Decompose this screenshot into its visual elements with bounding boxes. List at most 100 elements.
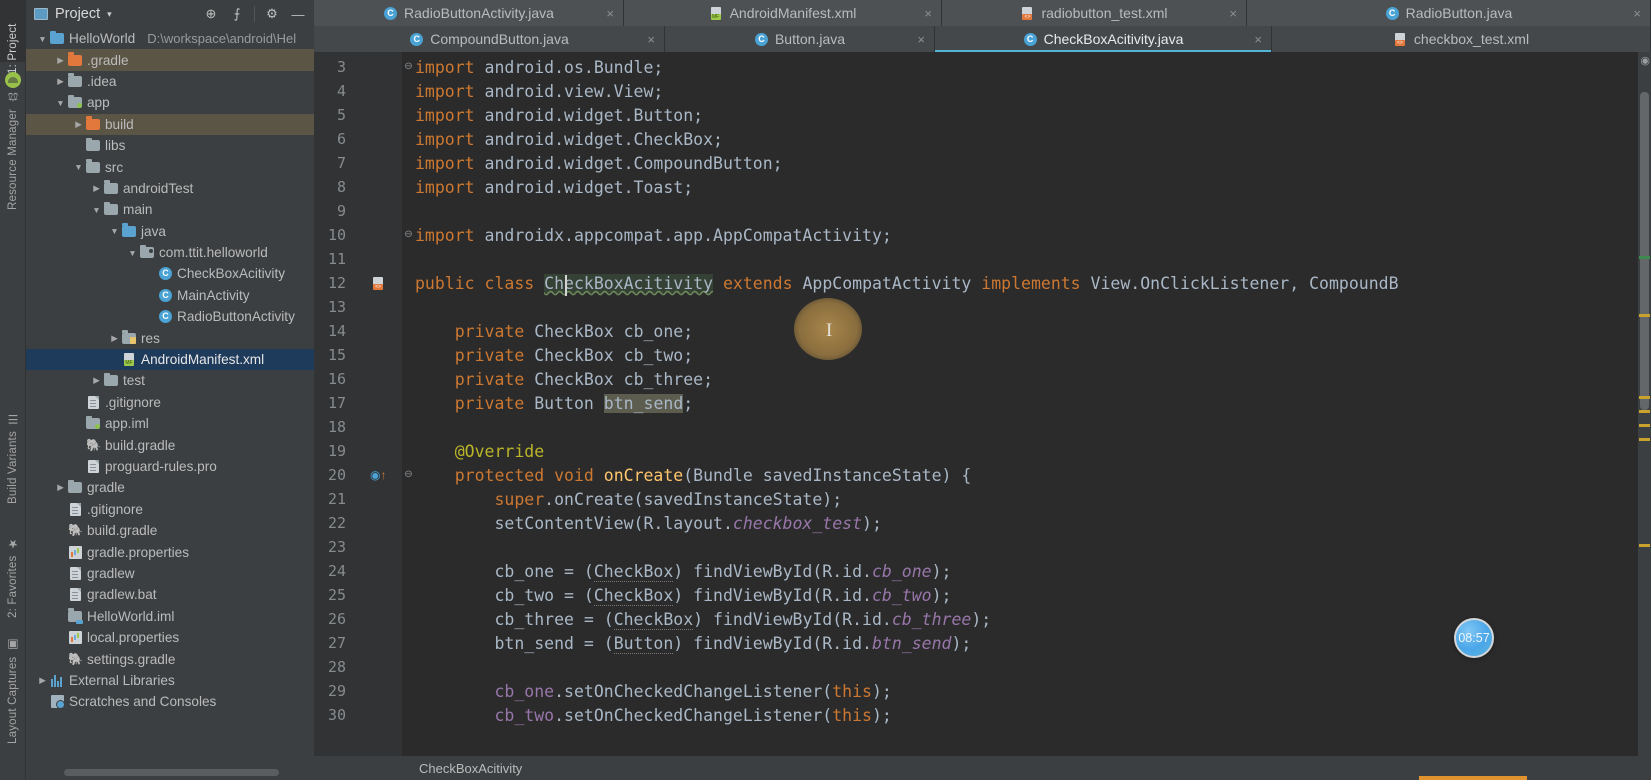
tree-item-libs[interactable]: ▶ libs — [26, 135, 314, 156]
tree-item-build-gradle[interactable]: ▶🐘 build.gradle — [26, 434, 314, 455]
close-icon[interactable]: × — [924, 6, 932, 21]
editor-tab-androidmanifest-xml[interactable]: MF AndroidManifest.xml × — [624, 0, 942, 26]
tree-item--gitignore[interactable]: ▶ .gitignore — [26, 392, 314, 413]
expand-arrow-icon[interactable]: ▶ — [54, 504, 67, 515]
inspection-marker[interactable] — [1639, 256, 1650, 259]
expand-arrow-icon[interactable]: ▶ — [54, 547, 67, 558]
code-line[interactable]: private CheckBox cb_two; — [415, 346, 693, 365]
tree-item-app-iml[interactable]: ▶ app.iml — [26, 413, 314, 434]
tree-item-mainactivity[interactable]: ▶CMainActivity — [26, 285, 314, 306]
tree-item--gitignore[interactable]: ▶ .gitignore — [26, 499, 314, 520]
tree-item-settings-gradle[interactable]: ▶🐘 settings.gradle — [26, 648, 314, 669]
expand-arrow-icon[interactable]: ▶ — [54, 568, 67, 579]
tree-item-main[interactable]: ▼ main — [26, 199, 314, 220]
tree-item-app[interactable]: ▼ app — [26, 92, 314, 113]
expand-arrow-icon[interactable]: ▶ — [36, 675, 49, 686]
sidebar-item-layout-captures[interactable]: Layout Captures ▣ — [0, 632, 26, 744]
fold-toggle-icon[interactable]: ⊖ — [402, 229, 415, 240]
code-line[interactable]: cb_three = (CheckBox) findViewById(R.id.… — [415, 610, 991, 630]
code-content[interactable]: import android.os.Bundle; import android.… — [415, 52, 1651, 780]
expand-arrow-icon[interactable]: ▶ — [54, 589, 67, 600]
sidebar-item-resource-manager[interactable]: Resource Manager ⚖ — [0, 90, 26, 210]
tree-item-androidmanifest-xml[interactable]: ▶MFAndroidManifest.xml — [26, 348, 314, 371]
editor-tab-radiobutton-test-xml[interactable]: <> radiobutton_test.xml × — [942, 0, 1247, 26]
close-icon[interactable]: × — [606, 6, 614, 21]
editor-vertical-scrollbar[interactable] — [1640, 92, 1649, 410]
close-icon[interactable]: × — [1254, 32, 1262, 47]
code-line[interactable]: private Button btn_send; — [415, 394, 693, 413]
editor-marker-bar[interactable]: ◉ — [1638, 52, 1651, 780]
code-line[interactable]: import android.view.View; — [415, 82, 663, 101]
editor-tab-checkboxacitivity-java[interactable]: C CheckBoxAcitivity.java × — [935, 26, 1272, 52]
sidebar-item-project[interactable]: 1: Project — [0, 2, 26, 74]
editor-gutter[interactable]: 3 4 5 6 7 8 9 10 11 12 <> 13 14 15 16 17 18 19 20 ◉↑ 21 22 23 2… — [314, 52, 402, 780]
inspection-marker[interactable] — [1639, 396, 1650, 399]
close-icon[interactable]: × — [917, 32, 925, 47]
inspection-marker[interactable] — [1639, 410, 1650, 413]
sidebar-item-favorites[interactable]: 2: Favorites ★ — [0, 522, 26, 618]
expand-arrow-icon[interactable]: ▶ — [72, 397, 85, 408]
expand-arrow-icon[interactable]: ▶ — [72, 119, 85, 130]
code-line[interactable]: super.onCreate(savedInstanceState); — [415, 490, 842, 509]
expand-arrow-icon[interactable]: ▶ — [108, 333, 121, 344]
manifest-gutter-icon[interactable]: <> — [370, 276, 383, 292]
code-line[interactable]: cb_one = (CheckBox) findViewById(R.id.cb… — [415, 562, 951, 582]
expand-arrow-icon[interactable]: ▼ — [90, 205, 103, 215]
expand-arrow-icon[interactable]: ▼ — [36, 34, 49, 44]
close-icon[interactable]: × — [1633, 6, 1641, 21]
code-line[interactable]: import android.widget.CheckBox; — [415, 130, 723, 149]
tree-item-gradlew[interactable]: ▶ gradlew — [26, 563, 314, 584]
expand-arrow-icon[interactable]: ▶ — [36, 696, 49, 707]
code-line[interactable]: cb_two.setOnCheckedChangeListener(this); — [415, 706, 891, 725]
expand-arrow-icon[interactable]: ▶ — [90, 183, 103, 194]
code-line[interactable]: import android.widget.Button; — [415, 106, 703, 125]
close-icon[interactable]: × — [647, 32, 655, 47]
expand-arrow-icon[interactable]: ▶ — [54, 525, 67, 536]
chevron-down-icon[interactable]: ▾ — [107, 9, 112, 19]
tree-item-src[interactable]: ▼ src — [26, 156, 314, 177]
expand-arrow-icon[interactable]: ▶ — [144, 290, 157, 301]
tree-item-com-ttit-helloworld[interactable]: ▼ com.ttit.helloworld — [26, 242, 314, 263]
expand-arrow-icon[interactable]: ▶ — [54, 611, 67, 622]
editor-tab-checkbox-test-xml[interactable]: <> checkbox_test.xml — [1272, 26, 1651, 52]
sidebar-item-build-variants[interactable]: Build Variants ☰ — [0, 400, 26, 504]
close-icon[interactable]: × — [1229, 6, 1237, 21]
gear-icon[interactable]: ⚙ — [260, 2, 284, 26]
tree-item-helloworld[interactable]: ▼ HelloWorld D:\workspace\android\Hel — [26, 28, 314, 49]
expand-arrow-icon[interactable]: ▶ — [72, 140, 85, 151]
fold-toggle-icon[interactable]: ⊖ — [402, 469, 415, 480]
tree-item-external-libraries[interactable]: ▶ External Libraries — [26, 670, 314, 691]
expand-arrow-icon[interactable]: ▶ — [54, 654, 67, 665]
override-method-gutter-icon[interactable]: ◉↑ — [370, 468, 386, 482]
tree-item-build[interactable]: ▶ build — [26, 113, 314, 135]
tree-item-gradle[interactable]: ▶ gradle — [26, 477, 314, 498]
editor-tab-button-java[interactable]: C Button.java × — [665, 26, 935, 52]
expand-arrow-icon[interactable]: ▶ — [72, 440, 85, 451]
code-line[interactable]: public class CheckBoxAcitivity extends A… — [415, 274, 1399, 293]
tree-item-androidtest[interactable]: ▶ androidTest — [26, 178, 314, 199]
code-line[interactable]: import android.widget.Toast; — [415, 178, 693, 197]
collapse-all-icon[interactable]: ⨍ — [225, 2, 249, 26]
tree-item--idea[interactable]: ▶ .idea — [26, 71, 314, 92]
locate-icon[interactable]: ⊕ — [199, 2, 223, 26]
expand-arrow-icon[interactable]: ▶ — [144, 311, 157, 322]
minimize-icon[interactable]: — — [286, 2, 310, 26]
expand-arrow-icon[interactable]: ▶ — [72, 461, 85, 472]
expand-arrow-icon[interactable]: ▶ — [144, 268, 157, 279]
expand-arrow-icon[interactable]: ▶ — [108, 354, 121, 365]
expand-arrow-icon[interactable]: ▼ — [108, 226, 121, 236]
inspection-marker[interactable] — [1639, 314, 1650, 317]
tree-item-java[interactable]: ▼ java — [26, 221, 314, 242]
tree-item-res[interactable]: ▶ res — [26, 327, 314, 348]
code-line[interactable]: protected void onCreate(Bundle savedInst… — [415, 466, 972, 485]
expand-arrow-icon[interactable]: ▼ — [126, 248, 139, 258]
tree-item--gradle[interactable]: ▶ .gradle — [26, 49, 314, 71]
expand-arrow-icon[interactable]: ▶ — [54, 482, 67, 493]
editor-tab-radiobutton-java[interactable]: C RadioButton.java × — [1247, 0, 1651, 26]
fold-toggle-icon[interactable]: ⊖ — [402, 61, 415, 72]
tree-item-helloworld-iml[interactable]: ▶ HelloWorld.iml — [26, 606, 314, 627]
editor-tab-radiobuttonactivity-java[interactable]: C RadioButtonActivity.java × — [314, 0, 624, 26]
tree-item-proguard-rules-pro[interactable]: ▶ proguard-rules.pro — [26, 456, 314, 477]
code-line[interactable]: btn_send = (Button) findViewById(R.id.bt… — [415, 634, 971, 654]
expand-arrow-icon[interactable]: ▼ — [72, 162, 85, 172]
